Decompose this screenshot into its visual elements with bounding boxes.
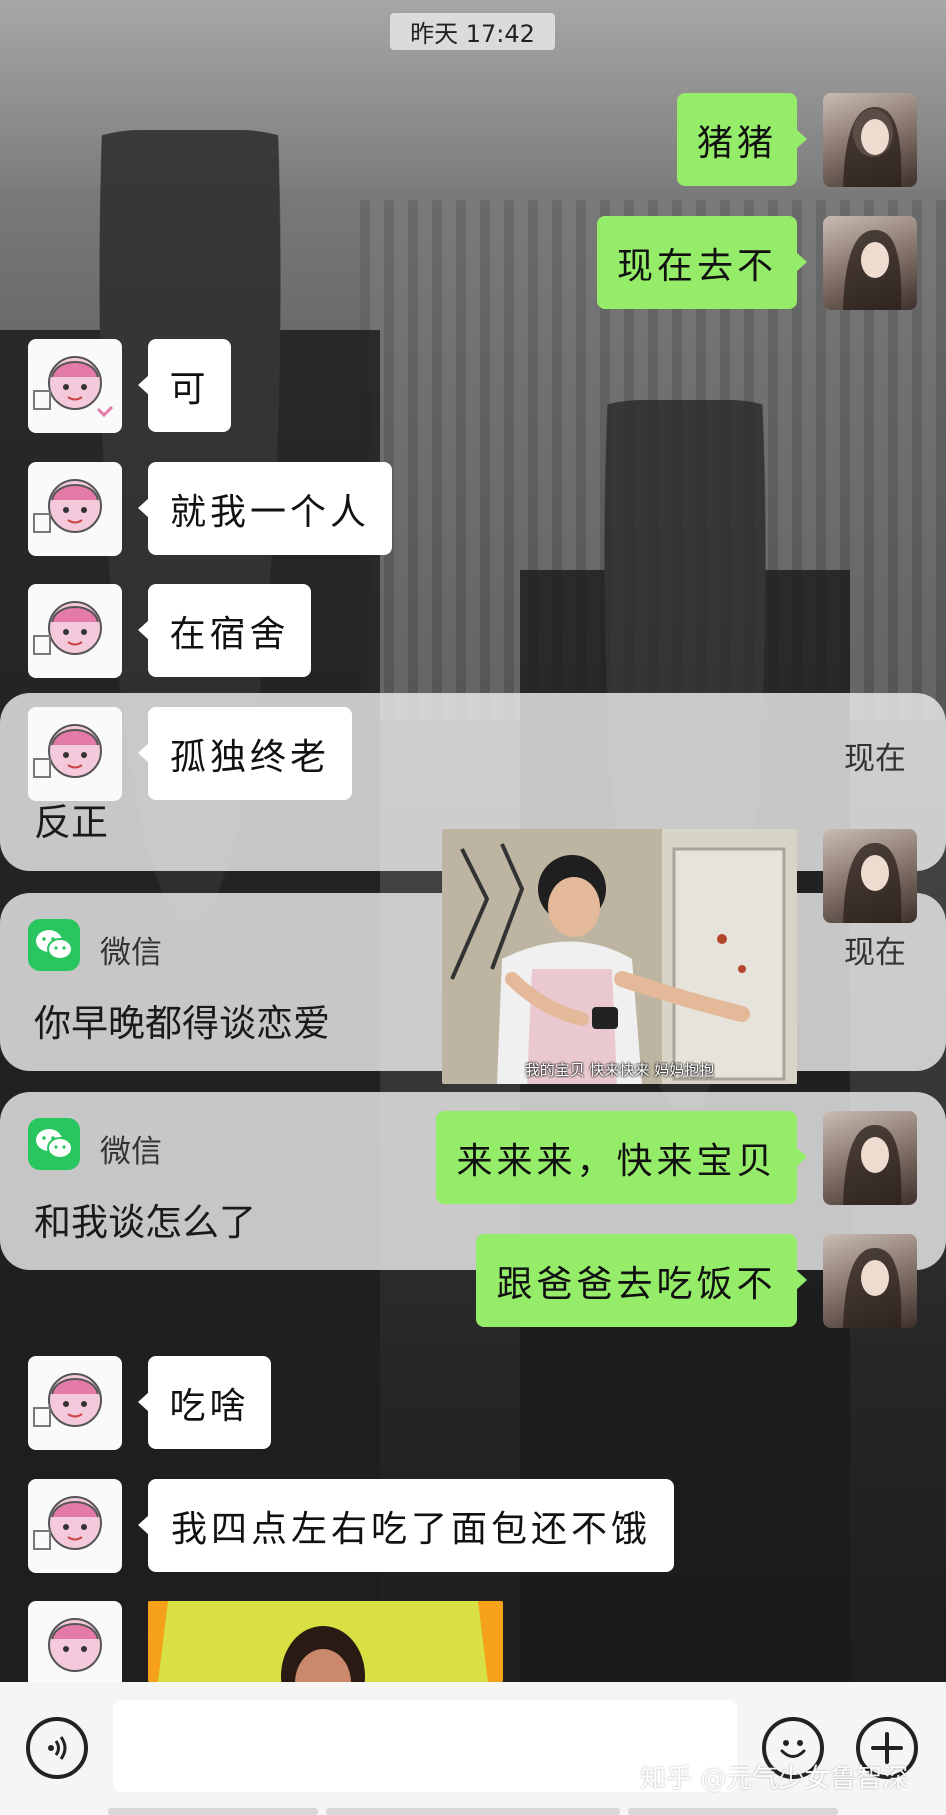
sticker-illustration [442,829,797,1084]
voice-icon [48,1736,67,1760]
sticker-image[interactable]: 我的宝贝 快来快来 妈妈抱抱 [442,829,797,1084]
watermark: 知乎 @元气少女鲁智深 [640,1764,909,1794]
notification-body: 你早晚都得谈恋爱 [34,1002,330,1045]
chat-screen: 现在 反正 微信 现在 你早晚都得谈恋爱 微信 和我谈怎么了 昨天 17:42 … [0,0,946,1815]
message-bubble-outgoing[interactable]: 现在去不 [597,216,807,309]
image-message[interactable] [148,1601,503,1682]
peer-avatar[interactable] [28,1479,122,1573]
peer-avatar[interactable] [28,707,122,801]
keyboard-strip [108,1808,318,1815]
peer-avatar[interactable] [28,462,122,556]
self-avatar[interactable] [823,829,917,923]
message-bubble-outgoing[interactable]: 跟爸爸去吃饭不 [476,1234,807,1327]
notification-app-name: 微信 [100,935,162,971]
input-bar [0,1682,946,1815]
wechat-icon [28,1118,80,1170]
image-message-illustration [148,1601,503,1682]
chat-time-divider: 昨天 17:42 [390,13,555,50]
message-bubble-outgoing[interactable]: 来来来，快来宝贝 [436,1111,807,1204]
sticker-caption: 我的宝贝 快来快来 妈妈抱抱 [524,1061,715,1079]
self-avatar[interactable] [823,216,917,310]
message-bubble-incoming[interactable]: 吃啥 [138,1356,271,1449]
keyboard-strip [326,1808,620,1815]
message-bubble-outgoing[interactable]: 猪猪 [677,93,807,186]
voice-button[interactable] [26,1717,88,1779]
keyboard-strip [628,1808,838,1815]
peer-avatar[interactable] [28,584,122,678]
notification-time: 现在 [844,935,906,971]
self-avatar[interactable] [823,93,917,187]
message-bubble-incoming[interactable]: 在宿舍 [138,584,311,677]
message-bubble-incoming[interactable]: 可 [138,339,231,432]
peer-avatar[interactable] [28,1356,122,1450]
self-avatar[interactable] [823,1111,917,1205]
peer-avatar[interactable] [28,1601,122,1682]
peer-avatar[interactable] [28,339,122,433]
notification-time: 现在 [844,741,906,777]
message-bubble-incoming[interactable]: 我四点左右吃了面包还不饿 [138,1479,674,1572]
message-bubble-incoming[interactable]: 孤独终老 [138,707,352,800]
notification-body: 和我谈怎么了 [34,1201,256,1244]
self-avatar[interactable] [823,1234,917,1328]
message-bubble-incoming[interactable]: 就我一个人 [138,462,392,555]
wechat-icon [28,919,80,971]
notification-app-name: 微信 [100,1134,162,1170]
